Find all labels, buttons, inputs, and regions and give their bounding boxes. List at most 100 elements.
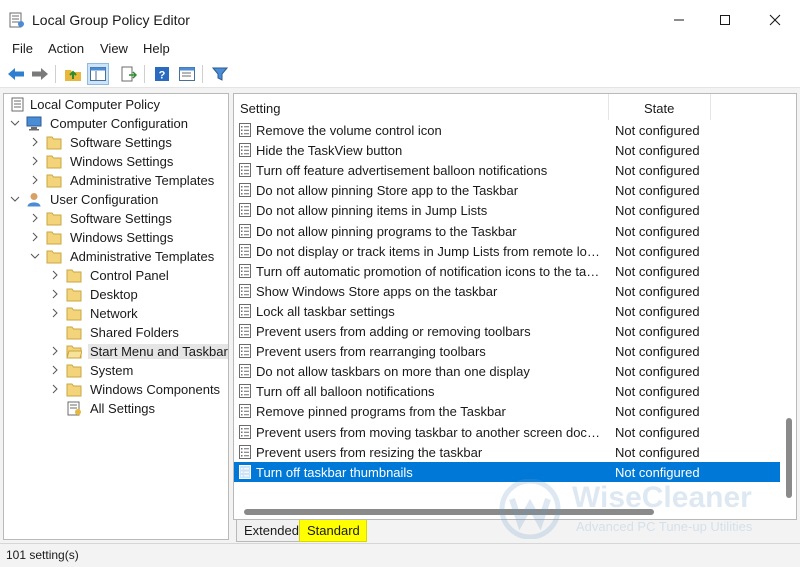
- setting-row[interactable]: Prevent users from rearranging toolbars N…: [234, 341, 780, 361]
- setting-row[interactable]: Do not allow pinning Store app to the Ta…: [234, 180, 780, 200]
- chevron-right-icon[interactable]: [30, 232, 40, 242]
- tree-item-control-panel[interactable]: Control Panel: [4, 266, 228, 285]
- up-folder-button[interactable]: [62, 63, 84, 85]
- setting-name: Prevent users from resizing the taskbar: [256, 444, 483, 460]
- setting-name: Do not allow taskbars on more than one d…: [256, 364, 530, 380]
- setting-row[interactable]: Prevent users from moving taskbar to ano…: [234, 422, 780, 442]
- folder-icon: [46, 155, 62, 169]
- tree-item-desktop[interactable]: Desktop: [4, 285, 228, 304]
- toolbar: ?: [0, 60, 800, 88]
- setting-row[interactable]: Remove pinned programs from the Taskbar N…: [234, 401, 780, 421]
- close-button[interactable]: [752, 0, 798, 40]
- vertical-scrollbar[interactable]: [782, 120, 796, 505]
- policy-setting-icon: [239, 344, 251, 359]
- tree-item-shared-folders[interactable]: Shared Folders: [4, 323, 228, 342]
- filter-button[interactable]: [209, 63, 231, 85]
- folder-icon: [66, 288, 82, 302]
- setting-name: Do not allow pinning items in Jump Lists: [256, 203, 488, 219]
- policy-root-icon: [11, 97, 24, 112]
- tree-item-windows-settings[interactable]: Windows Settings: [4, 152, 228, 171]
- setting-row[interactable]: Turn off feature advertisement balloon n…: [234, 160, 780, 180]
- tree-item-user-administrative-templates[interactable]: Administrative Templates: [4, 247, 228, 266]
- tree-item-administrative-templates[interactable]: Administrative Templates: [4, 171, 228, 190]
- tree-item-user-windows-settings[interactable]: Windows Settings: [4, 228, 228, 247]
- menu-view[interactable]: View: [100, 41, 128, 56]
- setting-row[interactable]: Lock all taskbar settings Not configured: [234, 301, 780, 321]
- menu-action[interactable]: Action: [48, 41, 84, 56]
- chevron-right-icon[interactable]: [30, 137, 40, 147]
- export-list-icon: [121, 66, 137, 82]
- up-folder-icon: [65, 70, 81, 81]
- properties-icon: [179, 67, 195, 81]
- setting-row[interactable]: Prevent users from adding or removing to…: [234, 321, 780, 341]
- close-icon: [769, 14, 781, 26]
- setting-row[interactable]: Do not allow taskbars on more than one d…: [234, 361, 780, 381]
- policy-setting-icon: [239, 243, 251, 258]
- tree-item-label: Windows Components: [90, 382, 221, 397]
- minimize-button[interactable]: [656, 0, 702, 40]
- horizontal-scrollbar-thumb[interactable]: [244, 509, 654, 515]
- tree-item-computer-configuration[interactable]: Computer Configuration: [4, 114, 228, 133]
- chevron-down-icon[interactable]: [10, 194, 20, 204]
- setting-row[interactable]: Turn off taskbar thumbnails Not configure…: [234, 461, 780, 482]
- tree-item-local-computer-policy[interactable]: Local Computer Policy: [4, 95, 228, 114]
- tree-item-label: Administrative Templates: [70, 173, 215, 188]
- chevron-right-icon[interactable]: [30, 213, 40, 223]
- chevron-right-icon[interactable]: [50, 289, 60, 299]
- column-header-state[interactable]: State: [644, 101, 674, 116]
- chevron-right-icon[interactable]: [50, 308, 60, 318]
- setting-row[interactable]: Remove the volume control icon Not config…: [234, 120, 780, 140]
- tab-extended[interactable]: Extended: [236, 520, 306, 542]
- menu-file[interactable]: File: [12, 41, 33, 56]
- tree-item-start-menu-and-taskbar[interactable]: Start Menu and Taskbar: [4, 342, 228, 361]
- tab-standard[interactable]: Standard: [299, 520, 367, 542]
- chevron-right-icon[interactable]: [50, 384, 60, 394]
- setting-row[interactable]: Prevent users from resizing the taskbar N…: [234, 442, 780, 462]
- export-list-button[interactable]: [118, 63, 140, 85]
- setting-state: Not configured: [615, 163, 700, 179]
- tree-item-network[interactable]: Network: [4, 304, 228, 323]
- setting-row[interactable]: Turn off all balloon notifications Not co…: [234, 381, 780, 401]
- setting-row[interactable]: Turn off automatic promotion of notifica…: [234, 261, 780, 281]
- show-hide-tree-button[interactable]: [87, 63, 109, 85]
- folder-icon: [46, 250, 62, 264]
- tree-item-software-settings[interactable]: Software Settings: [4, 133, 228, 152]
- properties-button[interactable]: [176, 63, 198, 85]
- chevron-down-icon[interactable]: [10, 118, 20, 128]
- column-divider[interactable]: [608, 94, 609, 120]
- column-header-setting[interactable]: Setting: [240, 101, 280, 116]
- menu-help[interactable]: Help: [143, 41, 170, 56]
- setting-row[interactable]: Do not allow pinning items in Jump Lists…: [234, 200, 780, 220]
- tree-item-user-configuration[interactable]: User Configuration: [4, 190, 228, 209]
- tree-pane[interactable]: Local Computer Policy Computer Configura…: [3, 93, 229, 540]
- settings-list-pane[interactable]: Setting State Remove the volume control …: [233, 93, 797, 520]
- view-tabs: Extended Standard: [233, 520, 797, 542]
- chevron-right-icon[interactable]: [50, 346, 60, 356]
- setting-row[interactable]: Do not allow pinning programs to the Tas…: [234, 221, 780, 241]
- setting-row[interactable]: Do not display or track items in Jump Li…: [234, 241, 780, 261]
- chevron-down-icon[interactable]: [30, 251, 40, 261]
- show-hide-tree-icon: [90, 67, 106, 81]
- column-divider[interactable]: [710, 94, 711, 120]
- tree-item-label: Windows Settings: [70, 154, 174, 169]
- chevron-right-icon[interactable]: [50, 270, 60, 280]
- tree-item-label: Software Settings: [70, 211, 172, 226]
- help-button[interactable]: ?: [151, 63, 173, 85]
- setting-row[interactable]: Hide the TaskView button Not configured: [234, 140, 780, 160]
- tree-item-system[interactable]: System: [4, 361, 228, 380]
- vertical-scrollbar-thumb[interactable]: [786, 418, 792, 498]
- setting-name: Turn off automatic promotion of notifica…: [256, 263, 602, 279]
- chevron-right-icon[interactable]: [30, 175, 40, 185]
- settings-count: 101 setting(s): [6, 548, 79, 562]
- chevron-right-icon[interactable]: [30, 156, 40, 166]
- tree-item-label: Administrative Templates: [70, 249, 215, 264]
- horizontal-scrollbar[interactable]: [234, 505, 782, 519]
- tree-item-user-software-settings[interactable]: Software Settings: [4, 209, 228, 228]
- tree-item-all-settings[interactable]: All Settings: [4, 399, 228, 418]
- setting-row[interactable]: Show Windows Store apps on the taskbar No…: [234, 281, 780, 301]
- back-button[interactable]: [5, 63, 27, 85]
- chevron-right-icon[interactable]: [50, 365, 60, 375]
- tree-item-windows-components[interactable]: Windows Components: [4, 380, 228, 399]
- forward-button[interactable]: [29, 63, 51, 85]
- maximize-button[interactable]: [702, 0, 748, 40]
